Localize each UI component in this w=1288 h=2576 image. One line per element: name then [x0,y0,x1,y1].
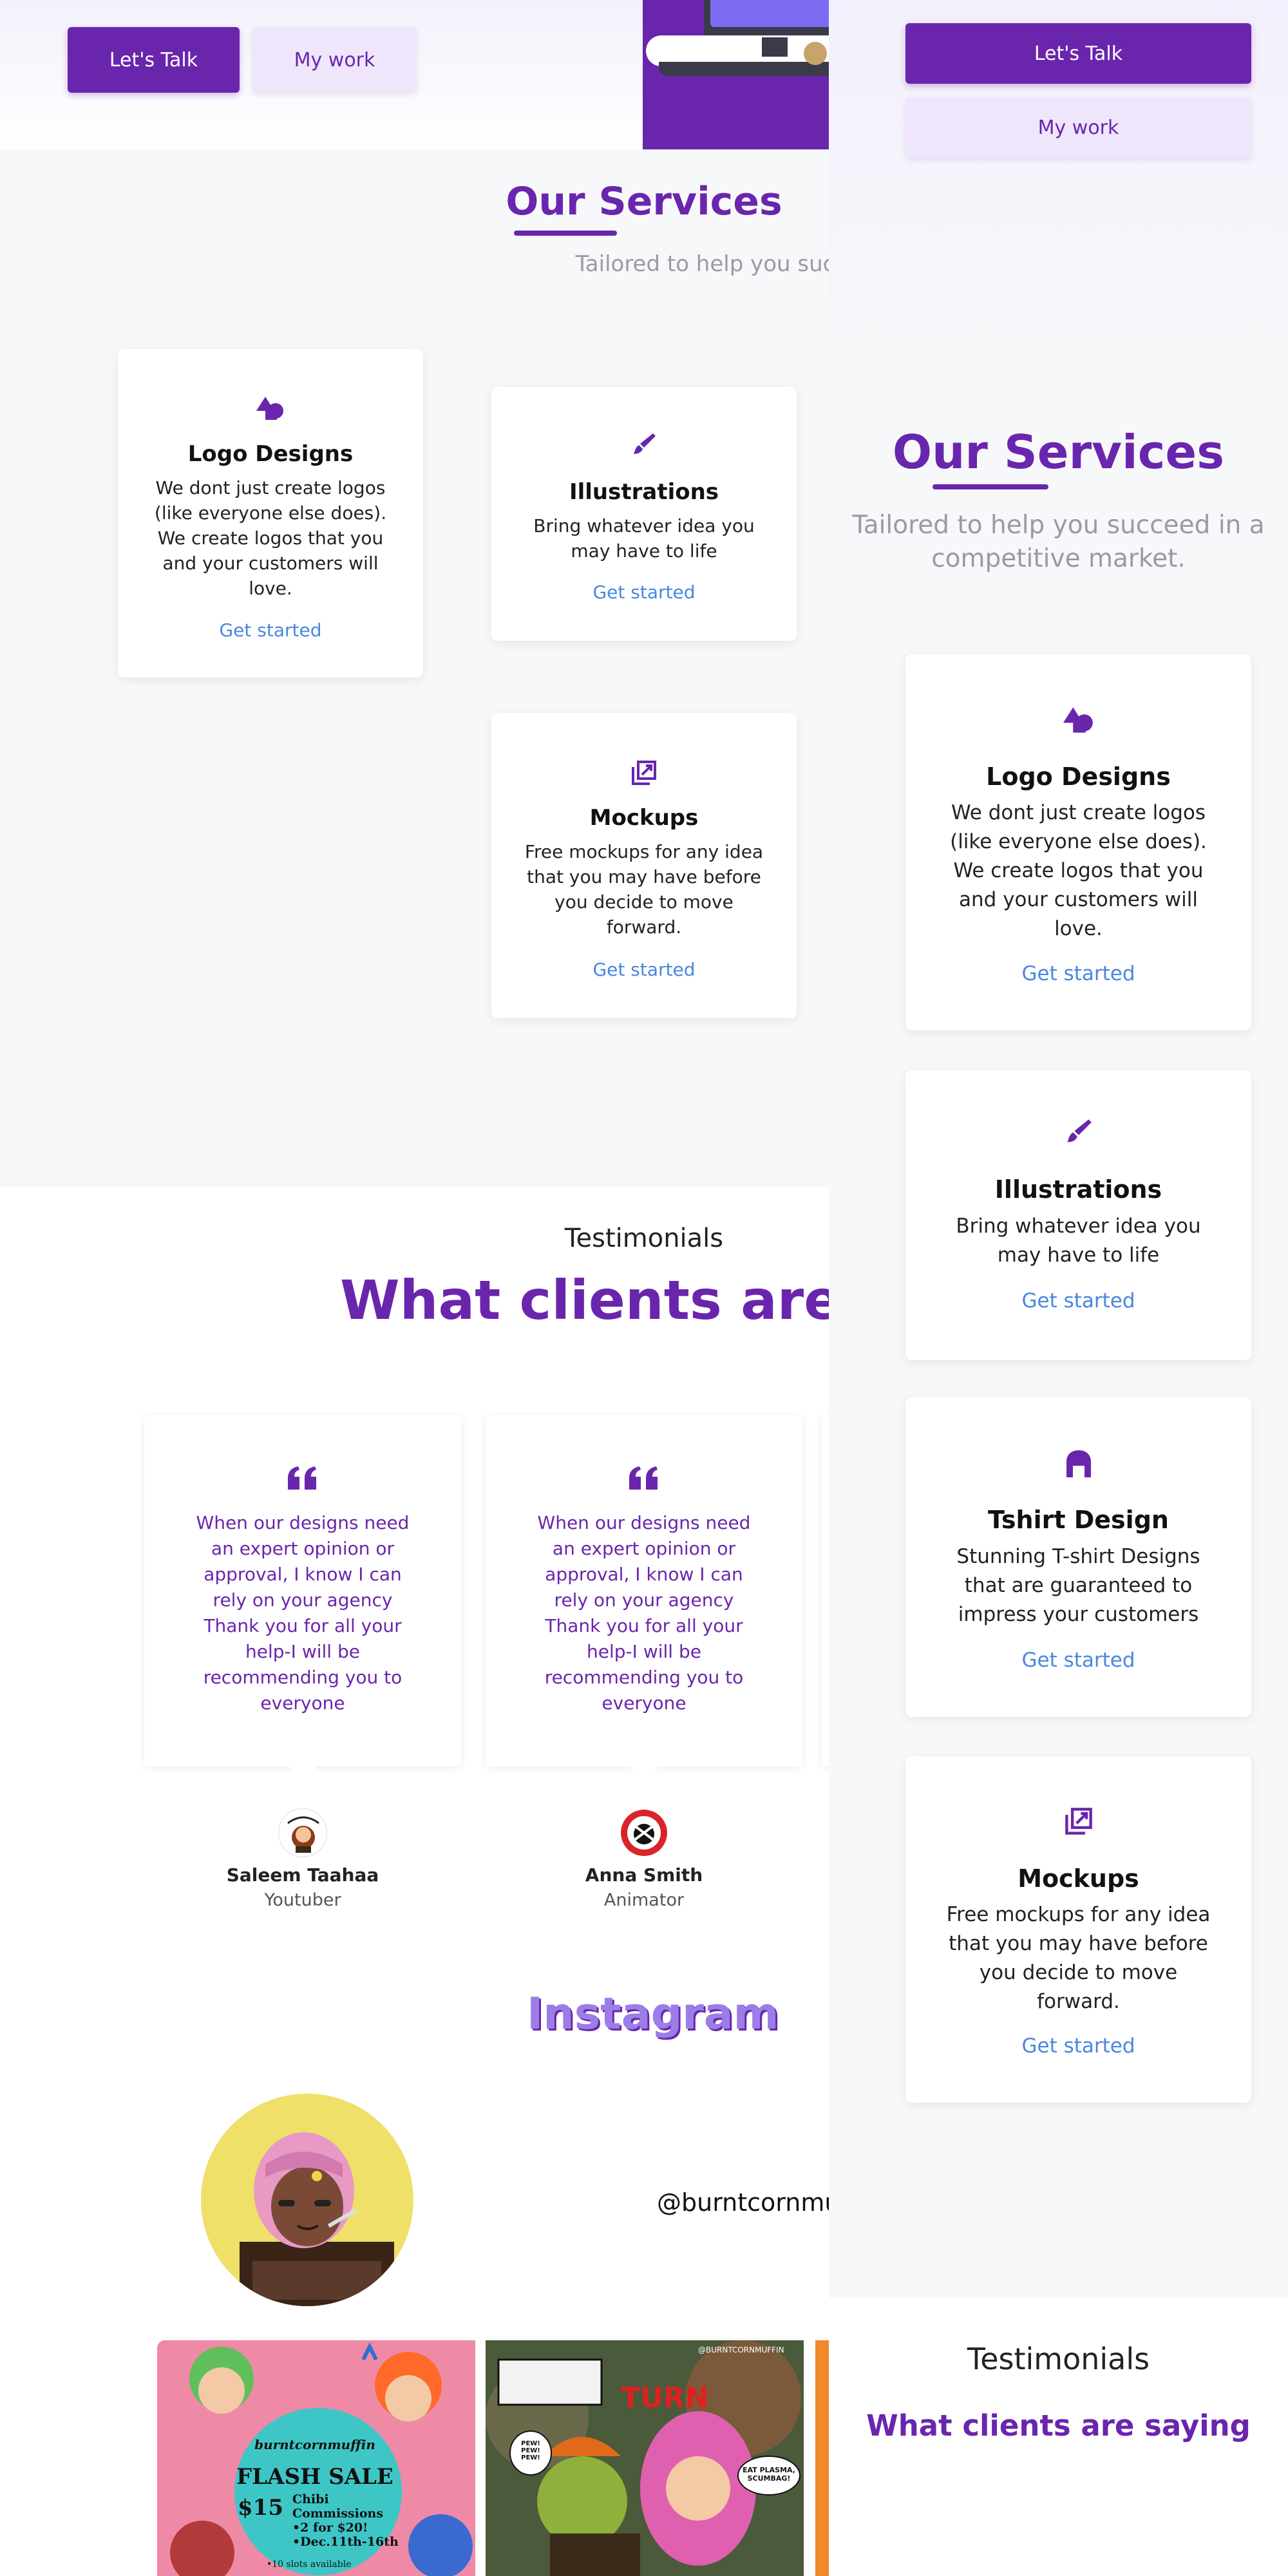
service-card-mockups: Mockups Free mockups for any idea that yo… [491,713,797,1018]
tshirt-icon [905,1449,1251,1479]
get-started-link[interactable]: Get started [491,582,797,603]
shapes-icon [905,705,1251,735]
lets-talk-button[interactable]: Let's Talk [905,23,1251,84]
services-title: Our Services [892,425,1225,479]
title-underline [514,231,617,236]
testimonial-card: When our designs need an expert opinion o… [144,1415,461,1781]
mobile-view: Let's Talk My work Our Services Tailored… [829,0,1288,2576]
card-description: We dont just create logos (like everyone … [154,477,387,599]
testimonial-card-partial [822,1415,829,1766]
services-subtitle: Tailored to help you succeed in a compet… [575,251,829,277]
get-started-link[interactable]: Get started [118,620,423,641]
instagram-post-partial[interactable] [815,2340,829,2576]
service-card-logo: Logo Designs We dont just create logos (l… [118,349,423,677]
service-card-mockups: Mockups Free mockups for any idea that yo… [905,1756,1251,2103]
card-description: We dont just create logos (like everyone … [950,801,1207,940]
card-description: Bring whatever idea you may have to life [956,1215,1201,1267]
mockup-icon [491,759,797,786]
brush-icon [491,431,797,457]
testimonial-text: When our designs need an expert opinion o… [196,1512,410,1714]
get-started-link[interactable]: Get started [905,2034,1251,2058]
hero-illustration [643,0,829,149]
service-card-tshirt: Tshirt Design Stunning T-shirt Designs th… [905,1397,1251,1717]
card-description: Free mockups for any idea that you may ha… [524,841,764,938]
testimonials-eyebrow: Testimonials [967,2342,1150,2376]
mockup-icon [905,1806,1251,1836]
services-title: Our Services [506,179,782,224]
testimonials-title: What clients are sa [340,1269,829,1332]
my-work-button[interactable]: My work [252,27,417,93]
testimonial-name: Anna Smith [585,1864,703,1886]
instagram-title: Instagram [527,1989,779,2040]
get-started-link[interactable]: Get started [905,1649,1251,1672]
my-work-button[interactable]: My work [905,97,1251,158]
card-title: Mockups [589,805,699,831]
services-subtitle: Tailored to help you succeed in a compet… [852,511,1265,573]
service-card-illustrations: Illustrations Bring whatever idea you may… [905,1070,1251,1360]
quote-icon [144,1466,461,1492]
testimonial-card: When our designs need an expert opinion o… [486,1415,802,1781]
avatar [620,1808,668,1857]
instagram-post[interactable]: @BURNTCORNMUFFIN TURN PEW! PEW! PEW! EAT… [486,2340,804,2576]
card-title: Illustrations [569,479,719,505]
lets-talk-button[interactable]: Let's Talk [68,27,240,93]
service-card-illustrations: Illustrations Bring whatever idea you may… [491,387,797,641]
desktop-view: Let's Talk My work Our Services Tailored… [0,0,829,2576]
instagram-post[interactable]: burntcornmuffin FLASH SALE $15 Chibi Comm… [157,2340,475,2576]
shapes-icon [118,394,423,422]
card-description: Bring whatever idea you may have to life [533,515,755,562]
card-title: Tshirt Design [988,1506,1169,1534]
instagram-avatar [201,2094,413,2306]
card-title: Mockups [1018,1864,1139,1893]
card-description: Stunning T-shirt Designs that are guarant… [956,1545,1200,1626]
quote-icon [486,1466,802,1492]
testimonials-title: What clients are saying [866,2409,1251,2443]
card-title: Logo Designs [187,441,354,467]
testimonials-eyebrow: Testimonials [564,1224,724,1253]
get-started-link[interactable]: Get started [905,962,1251,985]
card-description: Free mockups for any idea that you may ha… [946,1903,1211,2013]
get-started-link[interactable]: Get started [905,1289,1251,1312]
instagram-handle[interactable]: @burntcornmuf [657,2188,829,2217]
service-card-logo: Logo Designs We dont just create logos (l… [905,654,1251,1030]
get-started-link[interactable]: Get started [491,959,797,980]
testimonial-name: Saleem Taahaa [226,1864,379,1886]
card-title: Illustrations [994,1175,1162,1204]
avatar [278,1808,327,1857]
testimonial-role: Youtuber [264,1890,341,1910]
card-title: Logo Designs [986,762,1171,791]
testimonial-role: Animator [603,1890,685,1910]
testimonial-text: When our designs need an expert opinion o… [537,1512,751,1714]
title-underline [933,484,1048,489]
brush-icon [905,1117,1251,1145]
